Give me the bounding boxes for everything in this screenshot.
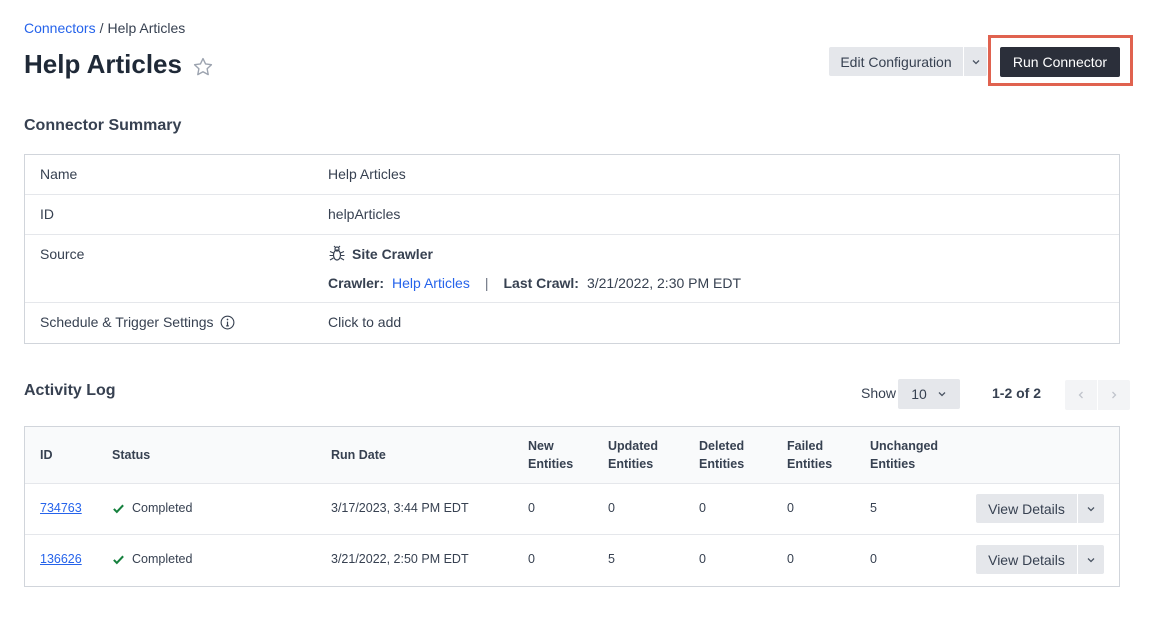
column-header-failed-line1: Failed	[787, 439, 824, 453]
id-value: helpArticles	[328, 206, 401, 222]
pagination-count: 1-2 of 2	[992, 385, 1042, 401]
column-header-new-line2: Entities	[528, 457, 574, 471]
crawler-separator: |	[484, 275, 489, 291]
breadcrumb: Connectors / Help Articles	[24, 20, 185, 36]
id-label: ID	[40, 206, 54, 222]
chevron-down-icon	[1086, 501, 1096, 517]
name-value: Help Articles	[328, 166, 406, 182]
source-value: Site Crawler Crawler: Help Articles | La…	[328, 245, 741, 291]
new-entities-count: 0	[528, 501, 535, 515]
bug-icon	[328, 245, 346, 263]
view-details-dropdown[interactable]	[1077, 545, 1104, 574]
column-header-run-date: Run Date	[331, 448, 386, 462]
chevron-down-icon	[1086, 552, 1096, 568]
table-row: 734763 Completed 3/17/2023, 3:44 PM EDT …	[25, 484, 1119, 535]
summary-row-id: ID helpArticles	[25, 195, 1119, 235]
run-date: 3/17/2023, 3:44 PM EDT	[331, 501, 469, 515]
deleted-entities-count: 0	[699, 552, 706, 566]
column-header-deleted-line2: Entities	[699, 457, 745, 471]
connector-summary-table: Name Help Articles ID helpArticles Sourc…	[24, 154, 1120, 344]
chevron-down-icon	[937, 386, 947, 402]
view-details-group: View Details	[976, 494, 1104, 523]
activity-log-heading: Activity Log	[24, 382, 116, 399]
run-connector-button[interactable]: Run Connector	[1000, 47, 1120, 77]
column-header-new-line1: New	[528, 439, 554, 453]
column-header-deleted-line1: Deleted	[699, 439, 745, 453]
column-header-id: ID	[40, 448, 53, 462]
edit-options-dropdown[interactable]	[963, 47, 987, 76]
last-crawl-label: Last Crawl:	[503, 275, 579, 291]
page-title: Help Articles	[24, 49, 182, 79]
edit-configuration-group: Edit Configuration	[829, 47, 987, 76]
run-id-link[interactable]: 136626	[40, 552, 82, 566]
column-header-updated-line1: Updated	[608, 439, 658, 453]
table-row: 136626 Completed 3/21/2022, 2:50 PM EDT …	[25, 535, 1119, 586]
status-text: Completed	[132, 501, 193, 515]
page-size-select[interactable]: 10	[898, 379, 960, 409]
source-type: Site Crawler	[328, 245, 741, 263]
name-label: Name	[40, 166, 78, 182]
check-icon	[112, 553, 125, 566]
table-header: ID Status Run Date New Entities Updated …	[25, 427, 1119, 484]
crawler-details: Crawler: Help Articles | Last Crawl: 3/2…	[328, 275, 741, 291]
unchanged-entities-count: 0	[870, 552, 877, 566]
status-cell: Completed	[112, 501, 192, 515]
chevron-left-icon	[1076, 387, 1086, 403]
view-details-button[interactable]: View Details	[976, 545, 1077, 574]
status-cell: Completed	[112, 552, 192, 566]
column-header-updated-entities: Updated Entities	[608, 437, 658, 473]
star-icon[interactable]	[192, 54, 214, 76]
next-page-button[interactable]	[1098, 380, 1130, 410]
view-details-dropdown[interactable]	[1077, 494, 1104, 523]
edit-configuration-button[interactable]: Edit Configuration	[829, 47, 963, 76]
source-type-label: Site Crawler	[352, 246, 433, 262]
updated-entities-count: 0	[608, 501, 615, 515]
breadcrumb-connectors-link[interactable]: Connectors	[24, 20, 96, 36]
check-icon	[112, 502, 125, 515]
column-header-status: Status	[112, 448, 151, 462]
unchanged-entities-count: 5	[870, 501, 877, 515]
run-date: 3/21/2022, 2:50 PM EDT	[331, 552, 469, 566]
failed-entities-count: 0	[787, 501, 794, 515]
updated-entities-count: 5	[608, 552, 615, 566]
summary-row-source: Source Site Crawler Crawler: Help Articl…	[25, 235, 1119, 303]
chevron-right-icon	[1109, 387, 1119, 403]
run-id-link[interactable]: 734763	[40, 501, 82, 515]
breadcrumb-separator: /	[99, 20, 104, 36]
column-header-failed-line2: Entities	[787, 457, 833, 471]
crawler-link[interactable]: Help Articles	[392, 275, 470, 291]
chevron-down-icon	[971, 54, 981, 70]
view-details-button[interactable]: View Details	[976, 494, 1077, 523]
column-header-failed-entities: Failed Entities	[787, 437, 832, 473]
column-header-unchanged-entities: Unchanged Entities	[870, 437, 938, 473]
page-title-container: Help Articles	[24, 49, 214, 80]
column-header-deleted-entities: Deleted Entities	[699, 437, 744, 473]
source-label: Source	[40, 246, 85, 262]
schedule-add-link[interactable]: Click to add	[328, 314, 401, 330]
previous-page-button[interactable]	[1065, 380, 1097, 410]
column-header-unchanged-line2: Entities	[870, 457, 916, 471]
show-label: Show	[861, 385, 897, 401]
status-text: Completed	[132, 552, 193, 566]
info-icon[interactable]	[220, 315, 235, 330]
schedule-label: Schedule & Trigger Settings	[40, 314, 214, 330]
breadcrumb-current: Help Articles	[107, 20, 186, 36]
summary-row-schedule: Schedule & Trigger Settings Click to add	[25, 303, 1119, 343]
crawler-label: Crawler:	[328, 275, 385, 291]
page-size-value: 10	[911, 386, 927, 402]
last-crawl-value: 3/21/2022, 2:30 PM EDT	[586, 275, 742, 291]
summary-row-name: Name Help Articles	[25, 155, 1119, 195]
column-header-updated-line2: Entities	[608, 457, 654, 471]
deleted-entities-count: 0	[699, 501, 706, 515]
column-header-new-entities: New Entities	[528, 437, 573, 473]
schedule-label-container: Schedule & Trigger Settings	[40, 314, 235, 330]
column-header-unchanged-line1: Unchanged	[870, 439, 939, 453]
view-details-group: View Details	[976, 545, 1104, 574]
failed-entities-count: 0	[787, 552, 794, 566]
connector-summary-heading: Connector Summary	[24, 117, 182, 134]
new-entities-count: 0	[528, 552, 535, 566]
activity-log-table: ID Status Run Date New Entities Updated …	[24, 426, 1120, 587]
